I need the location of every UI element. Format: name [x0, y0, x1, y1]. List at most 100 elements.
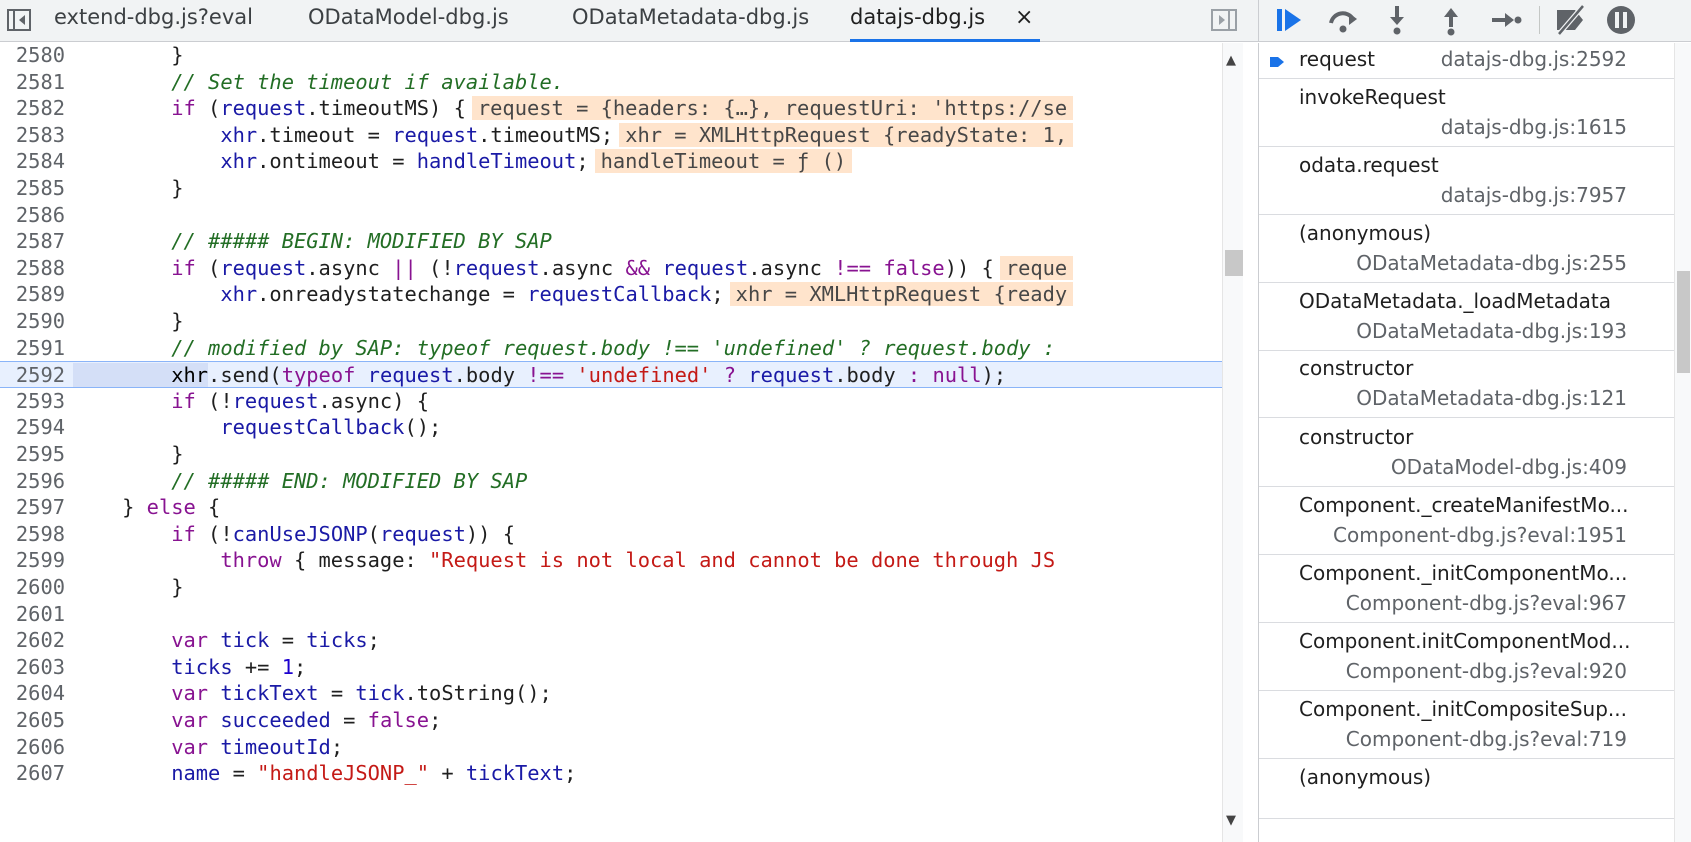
- line-number[interactable]: 2605: [0, 707, 65, 734]
- frame-location-link[interactable]: Component-dbg.js?eval:967: [1346, 591, 1627, 615]
- line-number[interactable]: 2598: [0, 521, 65, 548]
- code-line[interactable]: 2597 } else {: [0, 494, 1222, 521]
- line-number[interactable]: 2580: [0, 43, 65, 69]
- call-frame[interactable]: Component.initComponentMod... Component-d…: [1259, 623, 1674, 691]
- code-line[interactable]: 2589 xhr.onreadystatechange = requestCal…: [0, 281, 1222, 308]
- scroll-up-arrow-icon[interactable]: ▲: [1226, 53, 1236, 68]
- line-number[interactable]: 2606: [0, 734, 65, 761]
- step-icon[interactable]: [1487, 3, 1523, 37]
- code-line[interactable]: 2598 if (!canUseJSONP(request)) {: [0, 521, 1222, 548]
- code-line-current[interactable]: 2592 xhr.send(typeof request.body !== 'u…: [0, 361, 1222, 388]
- line-number[interactable]: 2603: [0, 654, 65, 681]
- line-number[interactable]: 2582: [0, 95, 65, 122]
- line-number[interactable]: 2581: [0, 69, 65, 96]
- line-number[interactable]: 2589: [0, 281, 65, 308]
- call-frame[interactable]: (anonymous): [1259, 759, 1674, 819]
- code-line[interactable]: 2602 var tick = ticks;: [0, 627, 1222, 654]
- frame-location-link[interactable]: Component-dbg.js?eval:920: [1346, 659, 1627, 683]
- frame-location-link[interactable]: Component-dbg.js?eval:1951: [1333, 523, 1627, 547]
- frame-location-link[interactable]: ODataMetadata-dbg.js:121: [1356, 386, 1627, 410]
- line-number[interactable]: 2599: [0, 547, 65, 574]
- code-line[interactable]: 2599 throw { message: "Request is not lo…: [0, 547, 1222, 574]
- deactivate-breakpoints-icon[interactable]: [1553, 3, 1589, 37]
- line-number[interactable]: 2604: [0, 680, 65, 707]
- frame-location-link[interactable]: datajs-dbg.js:2592: [1441, 47, 1627, 71]
- line-number[interactable]: 2590: [0, 308, 65, 335]
- line-number[interactable]: 2595: [0, 441, 65, 468]
- code-line[interactable]: 2604 var tickText = tick.toString();: [0, 680, 1222, 707]
- call-frame[interactable]: Component._initComponentMo... Component-d…: [1259, 555, 1674, 623]
- frame-location-link[interactable]: ODataMetadata-dbg.js:255: [1356, 251, 1627, 275]
- line-number[interactable]: 2600: [0, 574, 65, 601]
- frame-location-link[interactable]: Component-dbg.js?eval:719: [1346, 727, 1627, 751]
- pause-on-exceptions-icon[interactable]: [1603, 3, 1639, 37]
- code-line[interactable]: 2586: [0, 202, 1222, 229]
- code-line[interactable]: 2607 name = "handleJSONP_" + tickText;: [0, 760, 1222, 787]
- line-number[interactable]: 2592: [0, 362, 65, 389]
- editor-vertical-scrollbar[interactable]: ▲ ▼: [1222, 43, 1243, 842]
- frame-location-link[interactable]: ODataModel-dbg.js:409: [1391, 455, 1627, 479]
- call-frame[interactable]: odata.request datajs-dbg.js:7957: [1259, 147, 1674, 215]
- call-stack-scrollbar[interactable]: [1674, 43, 1691, 842]
- call-frame[interactable]: ODataMetadata._loadMetadata ODataMetadata…: [1259, 283, 1674, 351]
- code-line[interactable]: 2588 if (request.async || (!request.asyn…: [0, 255, 1222, 282]
- line-number[interactable]: 2585: [0, 175, 65, 202]
- call-frame[interactable]: constructor ODataModel-dbg.js:409: [1259, 419, 1674, 487]
- source-code-editor[interactable]: 2580 } 2581 // Set the timeout if availab…: [0, 43, 1243, 842]
- line-number[interactable]: 2587: [0, 228, 65, 255]
- frame-location-link[interactable]: ODataMetadata-dbg.js:193: [1356, 319, 1627, 343]
- code-line[interactable]: 2594 requestCallback();: [0, 414, 1222, 441]
- code-line[interactable]: 2601: [0, 601, 1222, 628]
- code-line[interactable]: 2606 var timeoutId;: [0, 734, 1222, 761]
- code-line[interactable]: 2600 }: [0, 574, 1222, 601]
- code-line[interactable]: 2591 // modified by SAP: typeof request.…: [0, 335, 1222, 362]
- code-line[interactable]: 2605 var succeeded = false;: [0, 707, 1222, 734]
- line-number[interactable]: 2596: [0, 468, 65, 495]
- scroll-down-arrow-icon[interactable]: ▼: [1226, 813, 1236, 828]
- call-frame[interactable]: constructor ODataMetadata-dbg.js:121: [1259, 350, 1674, 418]
- call-frame-current[interactable]: request datajs-dbg.js:2592: [1259, 43, 1674, 79]
- code-line[interactable]: 2585 }: [0, 175, 1222, 202]
- code-line[interactable]: 2595 }: [0, 441, 1222, 468]
- step-out-icon[interactable]: [1433, 3, 1469, 37]
- frame-location-link[interactable]: datajs-dbg.js:1615: [1441, 115, 1627, 139]
- code-line[interactable]: 2584 xhr.ontimeout = handleTimeout; handl…: [0, 148, 1222, 175]
- code-line[interactable]: 2587 // ##### BEGIN: MODIFIED BY SAP: [0, 228, 1222, 255]
- tab-odatametadata-dbg[interactable]: ODataMetadata-dbg.js: [572, 0, 809, 42]
- frame-location-link[interactable]: datajs-dbg.js:7957: [1441, 183, 1627, 207]
- step-into-icon[interactable]: [1379, 3, 1415, 37]
- code-line[interactable]: 2581 // Set the timeout if available.: [0, 69, 1222, 96]
- close-tab-icon[interactable]: ×: [1015, 5, 1033, 30]
- scrollbar-thumb[interactable]: [1225, 250, 1243, 276]
- tab-odatamodel-dbg[interactable]: ODataModel-dbg.js: [308, 0, 509, 42]
- tab-extend-dbg[interactable]: extend-dbg.js?eval: [54, 0, 253, 42]
- resume-icon[interactable]: [1271, 3, 1307, 37]
- code-line[interactable]: 2583 xhr.timeout = request.timeoutMS; xhr…: [0, 122, 1222, 149]
- line-number[interactable]: 2593: [0, 388, 65, 415]
- toggle-debugger-pane-icon[interactable]: [1210, 7, 1238, 33]
- call-frame[interactable]: Component._initCompositeSup... Component-…: [1259, 691, 1674, 759]
- call-frame[interactable]: Component._createManifestMo... Component-…: [1259, 487, 1674, 555]
- line-number[interactable]: 2588: [0, 255, 65, 282]
- line-number[interactable]: 2597: [0, 494, 65, 521]
- line-number[interactable]: 2586: [0, 202, 65, 229]
- line-number[interactable]: 2591: [0, 335, 65, 362]
- code-line[interactable]: 2590 }: [0, 308, 1222, 335]
- toggle-navigator-icon[interactable]: [6, 7, 32, 33]
- line-number[interactable]: 2601: [0, 601, 65, 628]
- call-frame[interactable]: invokeRequest datajs-dbg.js:1615: [1259, 79, 1674, 147]
- line-number[interactable]: 2602: [0, 627, 65, 654]
- line-number[interactable]: 2607: [0, 760, 65, 787]
- line-number[interactable]: 2594: [0, 414, 65, 441]
- call-frame[interactable]: (anonymous) ODataMetadata-dbg.js:255: [1259, 215, 1674, 283]
- line-number[interactable]: 2584: [0, 148, 65, 175]
- code-line[interactable]: 2582 if (request.timeoutMS) {request = {…: [0, 95, 1222, 122]
- step-over-icon[interactable]: [1325, 3, 1361, 37]
- tab-datajs-dbg[interactable]: datajs-dbg.js: [850, 0, 1040, 42]
- scrollbar-thumb[interactable]: [1677, 271, 1690, 373]
- code-line[interactable]: 2580 }: [0, 43, 1222, 69]
- code-line[interactable]: 2596 // ##### END: MODIFIED BY SAP: [0, 468, 1222, 495]
- code-line[interactable]: 2603 ticks += 1;: [0, 654, 1222, 681]
- line-number[interactable]: 2583: [0, 122, 65, 149]
- code-line[interactable]: 2593 if (!request.async) {: [0, 388, 1222, 415]
